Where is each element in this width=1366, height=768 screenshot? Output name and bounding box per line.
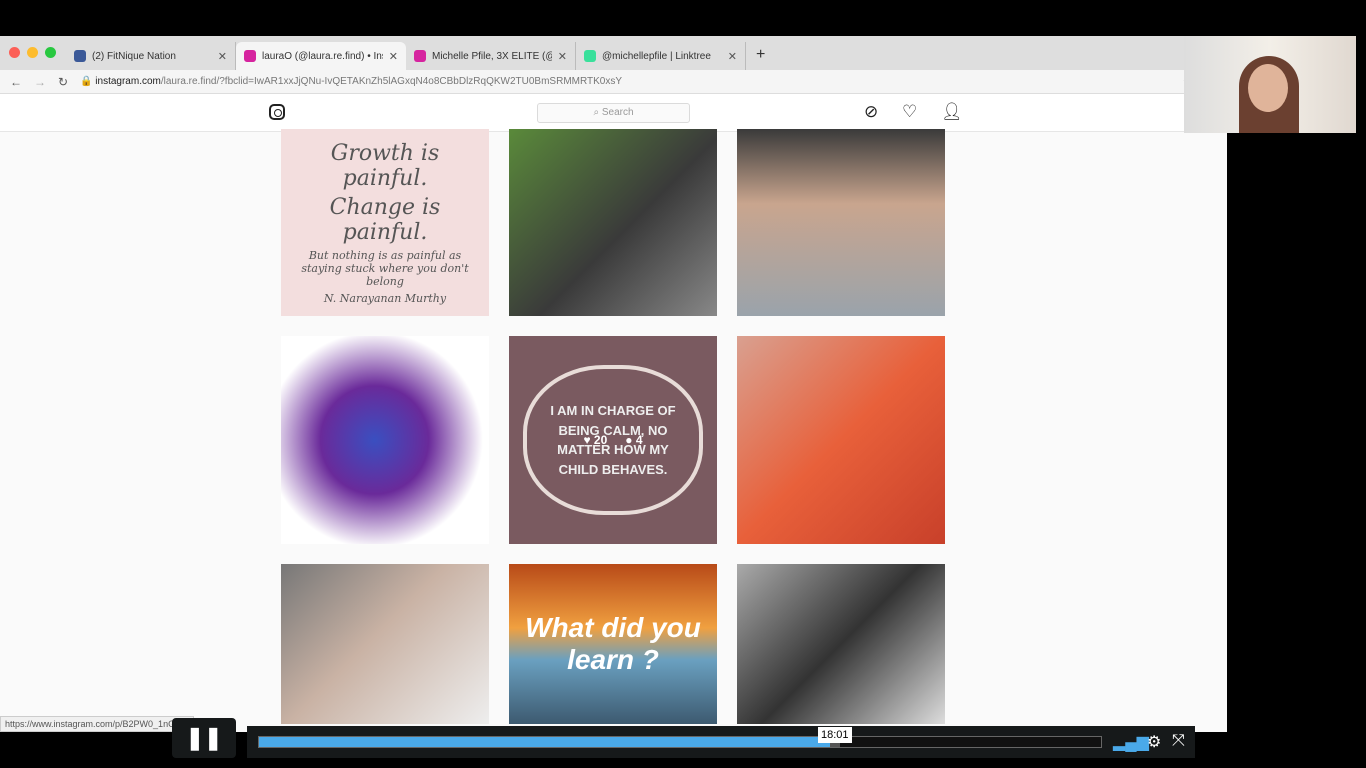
instagram-header: ⌕ Search ⊘ ♡ 👤︎: [0, 94, 1227, 132]
close-tab-icon[interactable]: ✕: [728, 50, 737, 63]
settings-gear-icon[interactable]: ⚙: [1147, 732, 1161, 752]
tab-michelle[interactable]: Michelle Pfile, 3X ELITE (@mic✕: [406, 42, 576, 70]
explore-compass-icon[interactable]: ⊘: [864, 102, 878, 122]
progress-fill: [259, 737, 840, 747]
linktree-icon: [584, 50, 596, 62]
reload-icon[interactable]: ↻: [58, 75, 68, 89]
comments-count: ● 4: [625, 433, 643, 447]
browser-window: (2) FitNique Nation ✕ lauraO (@laura.re.f…: [0, 36, 1227, 732]
window-controls: [0, 47, 66, 70]
search-input[interactable]: ⌕ Search: [537, 103, 690, 123]
back-icon[interactable]: ←: [10, 75, 22, 89]
fullscreen-exit-icon[interactable]: ⤧: [1172, 732, 1185, 750]
post-growth-quote[interactable]: Growth is painful. Change is painful. Bu…: [281, 129, 489, 316]
video-player-controls: ❚❚ 18:01 ▂▄▆ ⚙ ⤧: [0, 718, 1366, 760]
new-tab-button[interactable]: +: [746, 46, 775, 70]
navigation-bar: ← → ↻ 🔒 instagram.com/laura.re.find/?fbc…: [0, 70, 1227, 94]
activity-heart-icon[interactable]: ♡: [902, 102, 917, 122]
minimize-window-button[interactable]: [27, 47, 38, 58]
close-tab-icon[interactable]: ✕: [558, 50, 567, 63]
forward-icon[interactable]: →: [34, 75, 46, 89]
pause-button[interactable]: ❚❚: [172, 718, 236, 758]
webcam-presenter-video: [1184, 36, 1356, 133]
address-bar[interactable]: 🔒 instagram.com/laura.re.find/?fbclid=Iw…: [80, 76, 1171, 87]
post-selfie-photo[interactable]: [737, 129, 945, 316]
player-bar: 18:01 ▂▄▆ ⚙ ⤧: [247, 726, 1195, 758]
post-face-photo[interactable]: [281, 564, 489, 724]
progress-slider[interactable]: 18:01: [258, 727, 1102, 748]
profile-icon[interactable]: 👤︎: [941, 102, 963, 122]
facebook-icon: [74, 50, 86, 62]
likes-count: ♥ 20: [583, 433, 608, 447]
maximize-window-button[interactable]: [45, 47, 56, 58]
close-window-button[interactable]: [9, 47, 20, 58]
instagram-icon: [244, 50, 256, 62]
instagram-icon: [414, 50, 426, 62]
volume-icon[interactable]: ▂▄▆: [1113, 732, 1149, 752]
tab-fitnique[interactable]: (2) FitNique Nation ✕: [66, 42, 236, 70]
close-tab-icon[interactable]: ✕: [389, 50, 398, 63]
post-hover-overlay: ♥ 20 ● 4: [509, 336, 717, 544]
posts-grid: Growth is painful. Change is painful. Bu…: [281, 129, 945, 724]
post-galaxy-art[interactable]: [281, 336, 489, 544]
post-rings-photo[interactable]: [509, 129, 717, 316]
post-bw-photo[interactable]: [737, 564, 945, 724]
tab-linktree[interactable]: @michellepfile | Linktree ✕: [576, 42, 746, 70]
time-tooltip: 18:01: [817, 727, 852, 743]
instagram-logo-icon[interactable]: [269, 104, 285, 120]
post-baby-hand-photo[interactable]: [737, 336, 945, 544]
post-calm-quote[interactable]: I AM IN CHARGE OF BEING CALM, NO MATTER …: [509, 336, 717, 544]
tab-laura[interactable]: lauraO (@laura.re.find) • Instag✕: [236, 42, 406, 70]
tab-bar: (2) FitNique Nation ✕ lauraO (@laura.re.f…: [0, 36, 1227, 70]
post-what-did-you-learn[interactable]: What did you learn ?: [509, 564, 717, 724]
close-tab-icon[interactable]: ✕: [218, 50, 227, 63]
